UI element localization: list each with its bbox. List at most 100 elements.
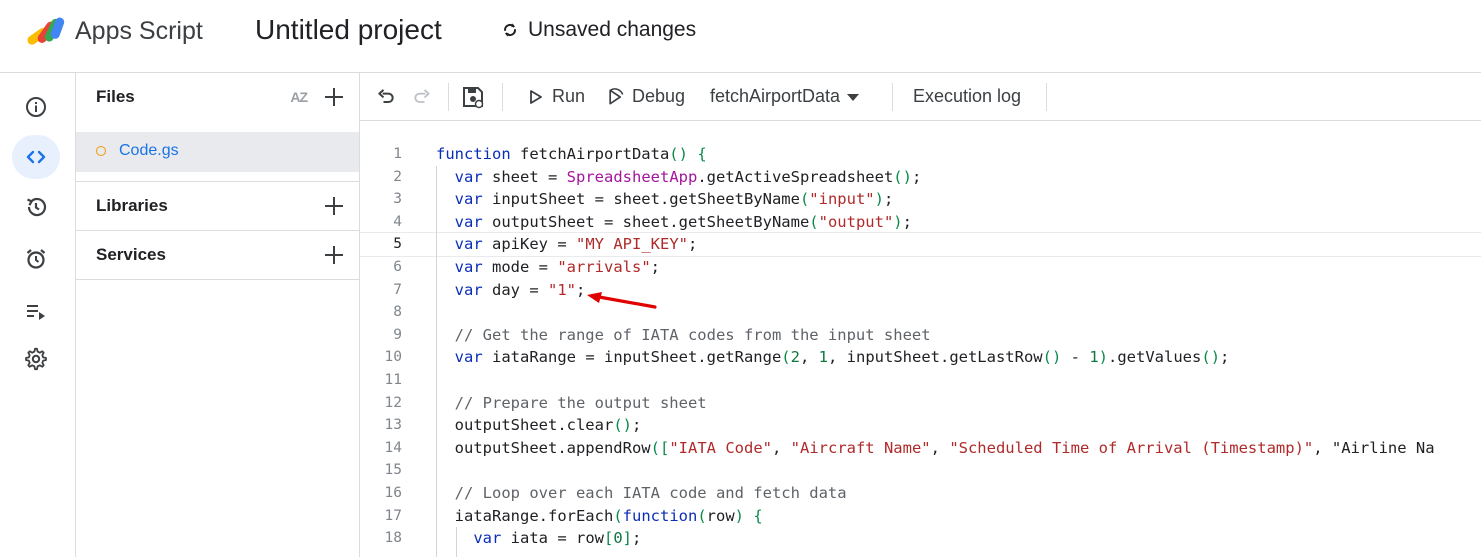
executions-button[interactable] [12,289,60,333]
code-text[interactable]: var outputSheet = sheet.getSheetByName("… [436,213,912,231]
line-number: 3 [393,191,402,208]
file-item-code-gs[interactable]: Code.gs [76,132,359,172]
line-number: 13 [384,417,402,434]
code-text[interactable]: var sheet = SpreadsheetApp.getActiveSpre… [436,168,922,186]
line-number: 14 [384,439,402,456]
code-text[interactable]: var iata = row[0]; [436,529,641,547]
services-label: Services [96,245,166,264]
code-line[interactable]: 14 outputSheet.appendRow(["IATA Code", "… [360,437,1481,460]
code-text[interactable]: var mode = "arrivals"; [436,258,660,276]
code-text[interactable]: outputSheet.clear(); [436,416,642,434]
line-number: 17 [384,507,402,524]
debug-label: Debug [632,86,686,106]
app-header: Apps Script Untitled project Unsaved cha… [0,0,1481,73]
alarm-icon [26,249,46,269]
code-text[interactable]: var inputSheet = sheet.getSheetByName("i… [436,190,894,208]
triggers-button[interactable] [12,237,60,281]
line-number: 9 [393,326,402,343]
gs-file-icon [96,146,106,156]
code-text[interactable]: var iataRange = inputSheet.getRange(2, 1… [436,348,1230,366]
history-button[interactable] [12,185,60,229]
code-line[interactable]: 3 var inputSheet = sheet.getSheetByName(… [360,188,1481,211]
libraries-label: Libraries [96,196,168,215]
undo-button[interactable] [376,73,396,120]
file-name: Code.gs [119,142,179,159]
code-line[interactable]: 17 iataRange.forEach(function(row) { [360,505,1481,528]
code-line[interactable]: 8 [360,301,1481,324]
code-line[interactable]: 13 outputSheet.clear(); [360,414,1481,437]
code-line[interactable]: 16 // Loop over each IATA code and fetch… [360,482,1481,505]
debug-icon [609,87,624,104]
save-status-text: Unsaved changes [528,18,697,41]
toolbar-separator [448,83,449,111]
save-icon [463,86,484,108]
code-line[interactable]: 1 function fetchAirportData() { [360,143,1481,166]
redo-icon [414,88,430,103]
line-number: 6 [393,259,402,275]
code-line[interactable]: 11 [360,369,1481,392]
code-line[interactable]: 7 var day = "1"; [360,279,1481,302]
line-number: 7 [393,281,402,298]
run-button[interactable]: Run [528,73,585,120]
debug-button[interactable]: Debug [606,73,685,120]
red-arrow-annotation [587,292,657,309]
code-text[interactable]: iataRange.forEach(function(row) { [436,507,763,525]
code-line[interactable]: 6 var mode = "arrivals"; [360,256,1481,279]
line-number: 4 [393,213,402,230]
editor-button[interactable] [12,135,60,179]
apps-script-logo[interactable] [24,14,68,50]
code-line[interactable]: 10 var iataRange = inputSheet.getRange(2… [360,346,1481,369]
files-header: Files AZ [76,73,359,120]
code-icon [26,150,46,164]
divider [76,279,359,280]
files-label: Files [96,86,135,106]
line-number: 8 [393,304,402,321]
settings-button[interactable] [12,337,60,381]
add-library-icon[interactable] [323,195,345,217]
services-row: Services [76,231,359,279]
dropdown-arrow-icon [847,93,860,101]
code-line[interactable]: 4 var outputSheet = sheet.getSheetByName… [360,211,1481,234]
gear-icon [25,347,47,371]
code-text[interactable]: // Get the range of IATA codes from the … [436,326,931,344]
line-number: 5 [393,236,402,253]
code-text[interactable]: // Prepare the output sheet [436,394,707,412]
code-text[interactable]: var day = "1"; [436,281,586,299]
add-service-icon[interactable] [323,244,345,266]
code-line[interactable]: 18 var iata = row[0]; [360,527,1481,550]
overview-button[interactable] [12,85,60,129]
function-select[interactable]: fetchAirportData [710,73,860,120]
sync-icon [503,23,517,37]
line-number: 15 [384,462,402,479]
code-text[interactable]: var apiKey = "MY API_KEY"; [436,235,698,253]
execution-log-button[interactable]: Execution log [913,73,1021,120]
code-editor[interactable]: 1 function fetchAirportData() { 2 var shee… [360,121,1481,557]
toolbar-separator [892,83,893,111]
libraries-row: Libraries [76,182,359,230]
code-line[interactable]: 2 var sheet = SpreadsheetApp.getActiveSp… [360,166,1481,189]
sort-az-icon[interactable]: AZ [290,89,308,105]
project-title[interactable]: Untitled project [255,14,442,46]
save-button[interactable] [461,73,485,120]
code-line[interactable]: 5 var apiKey = "MY API_KEY"; [360,232,1481,257]
line-number: 18 [384,530,402,547]
line-number: 1 [393,146,402,162]
function-select-value: fetchAirportData [710,86,841,106]
code-text[interactable]: // Loop over each IATA code and fetch da… [436,484,847,502]
code-text[interactable]: outputSheet.appendRow(["IATA Code", "Air… [436,439,1435,457]
code-line[interactable]: 9 // Get the range of IATA codes from th… [360,324,1481,347]
line-number: 2 [393,168,402,185]
code-line[interactable]: 12 // Prepare the output sheet [360,392,1481,415]
indent-guide [436,165,437,557]
code-line[interactable]: 15 [360,459,1481,482]
line-number: 11 [384,372,402,388]
code-text[interactable]: function fetchAirportData() { [436,145,707,163]
history-icon [27,197,47,217]
line-number: 10 [384,349,402,366]
add-file-icon[interactable] [323,86,345,108]
redo-button[interactable] [412,73,432,120]
line-number: 16 [384,485,402,501]
app-name[interactable]: Apps Script [75,17,203,46]
toolbar-separator [502,83,503,111]
toolbar-separator [1046,83,1047,111]
